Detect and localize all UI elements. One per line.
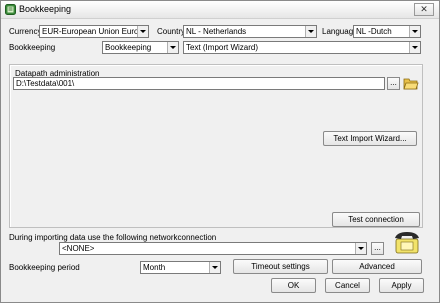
ledger-icon bbox=[5, 4, 16, 15]
open-folder-icon[interactable] bbox=[403, 76, 419, 91]
language-select[interactable]: NL -Dutch bbox=[353, 25, 421, 38]
cancel-button[interactable]: Cancel bbox=[325, 278, 370, 293]
country-label: Country bbox=[157, 27, 186, 36]
bookkeeping-type-value: Bookkeeping bbox=[105, 43, 152, 52]
bookkeeping-period-value: Month bbox=[143, 263, 166, 272]
text-import-wizard-button[interactable]: Text Import Wizard... bbox=[323, 131, 417, 146]
title-bar[interactable]: Bookkeeping ✕ bbox=[1, 1, 439, 19]
chevron-down-icon[interactable] bbox=[409, 42, 420, 53]
network-connection-select[interactable]: <NONE> bbox=[59, 242, 367, 255]
datapath-browse-button[interactable]: ... bbox=[387, 77, 400, 90]
ok-button[interactable]: OK bbox=[271, 278, 316, 293]
apply-button[interactable]: Apply bbox=[379, 278, 424, 293]
bookkeeping-label: Bookkeeping bbox=[9, 43, 56, 52]
timeout-settings-button[interactable]: Timeout settings bbox=[233, 259, 328, 274]
chevron-down-icon[interactable] bbox=[409, 26, 420, 37]
network-browse-button[interactable]: ... bbox=[371, 242, 384, 255]
bookkeeping-type-select[interactable]: Bookkeeping bbox=[102, 41, 179, 54]
advanced-button[interactable]: Advanced bbox=[332, 259, 422, 274]
currency-value: EUR-European Union Euro bbox=[42, 27, 139, 36]
datapath-input[interactable]: D:\Testdata\001\ bbox=[13, 77, 385, 90]
chevron-down-icon[interactable] bbox=[137, 26, 148, 37]
country-select[interactable]: NL - Netherlands bbox=[183, 25, 317, 38]
import-format-select[interactable]: Text (Import Wizard) bbox=[183, 41, 421, 54]
currency-select[interactable]: EUR-European Union Euro bbox=[39, 25, 149, 38]
bookkeeping-dialog: Bookkeeping ✕ Currency EUR-European Unio… bbox=[0, 0, 440, 303]
network-connection-value: <NONE> bbox=[62, 244, 95, 253]
close-icon: ✕ bbox=[420, 4, 428, 14]
chevron-down-icon[interactable] bbox=[209, 262, 220, 273]
language-value: NL -Dutch bbox=[356, 27, 392, 36]
datapath-value: D:\Testdata\001\ bbox=[16, 79, 75, 88]
close-button[interactable]: ✕ bbox=[414, 3, 434, 16]
network-connection-label: During importing data use the following … bbox=[9, 233, 217, 242]
bookkeeping-period-label: Bookkeeping period bbox=[9, 263, 80, 272]
telephone-icon bbox=[395, 232, 419, 254]
import-format-value: Text (Import Wizard) bbox=[186, 43, 259, 52]
country-value: NL - Netherlands bbox=[186, 27, 247, 36]
currency-label: Currency bbox=[9, 27, 42, 36]
test-connection-button[interactable]: Test connection bbox=[332, 212, 420, 227]
bookkeeping-period-select[interactable]: Month bbox=[140, 261, 221, 274]
chevron-down-icon[interactable] bbox=[355, 243, 366, 254]
window-title: Bookkeeping bbox=[19, 4, 72, 14]
chevron-down-icon[interactable] bbox=[305, 26, 316, 37]
chevron-down-icon[interactable] bbox=[167, 42, 178, 53]
